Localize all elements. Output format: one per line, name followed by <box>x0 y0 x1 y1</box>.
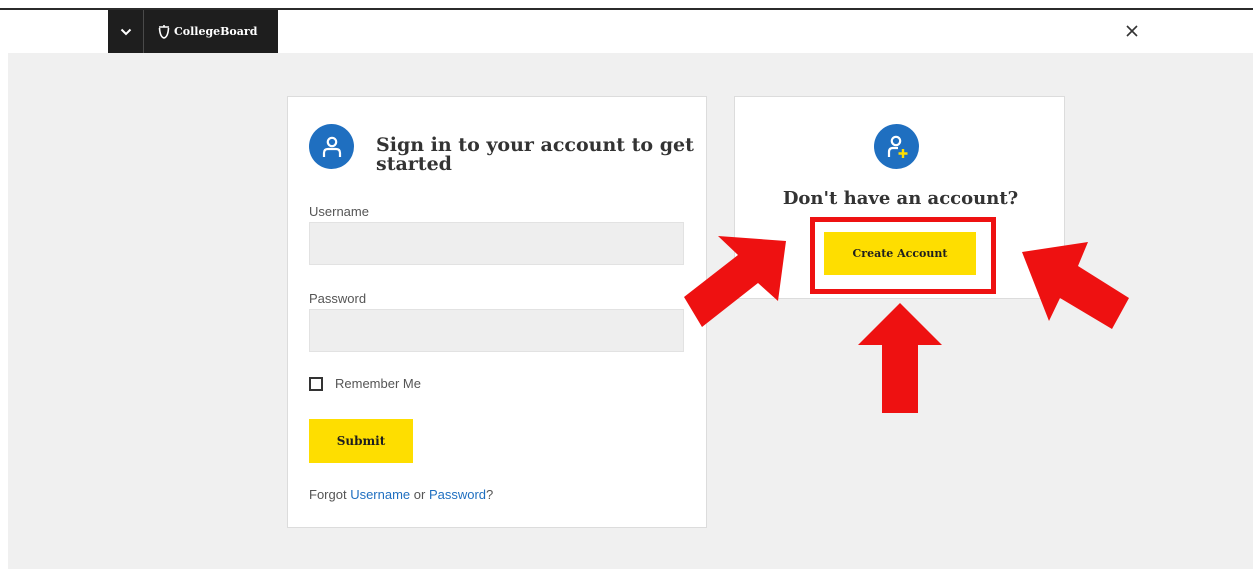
acorn-icon <box>158 25 170 39</box>
submit-button[interactable]: Submit <box>309 419 413 463</box>
signin-title: Sign in to your account to get started <box>376 134 694 175</box>
collegeboard-logo[interactable]: CollegeBoard <box>144 24 257 39</box>
remember-me-label[interactable]: Remember Me <box>335 376 421 391</box>
brand-bar: CollegeBoard <box>108 10 278 53</box>
remember-me-checkbox[interactable] <box>309 376 323 391</box>
forgot-suffix: ? <box>486 487 494 502</box>
chevron-down-icon <box>120 28 131 35</box>
header: CollegeBoard <box>0 10 1253 53</box>
remember-me[interactable]: Remember Me <box>309 376 421 391</box>
signin-card: Sign in to your account to get started U… <box>287 96 707 528</box>
close-button[interactable] <box>1124 23 1140 39</box>
password-label: Password <box>309 291 367 306</box>
forgot-username-link[interactable]: Username <box>350 487 410 502</box>
signup-title: Don't have an account? <box>782 188 1019 209</box>
brand-name: CollegeBoard <box>174 25 258 38</box>
main-content: Sign in to your account to get started U… <box>8 53 1253 569</box>
menu-toggle-button[interactable] <box>108 10 144 53</box>
forgot-prefix: Forgot <box>309 487 351 502</box>
username-label: Username <box>309 204 369 219</box>
username-input[interactable] <box>309 222 684 265</box>
forgot-password-link[interactable]: Password <box>429 487 486 502</box>
forgot-or: or <box>410 487 429 502</box>
add-user-icon <box>874 124 919 169</box>
password-input[interactable] <box>309 309 684 352</box>
close-icon <box>1126 25 1138 37</box>
forgot-credentials: Forgot Username or Password? <box>309 487 493 502</box>
highlight-box <box>810 217 996 294</box>
user-icon <box>309 124 354 169</box>
